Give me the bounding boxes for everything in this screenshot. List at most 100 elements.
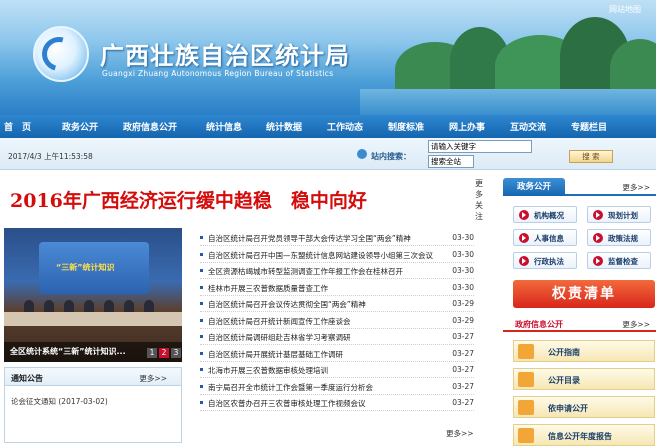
slide-page-3[interactable]: 3 xyxy=(171,348,181,358)
slide-page-1[interactable]: 1 xyxy=(147,348,157,358)
nav-stat-data[interactable]: 统计数据 xyxy=(266,120,302,133)
slide-caption[interactable]: 全区统计系统“三新”统计知识... xyxy=(10,346,126,357)
news-title[interactable]: 自治区农普办召开三农普审核处理工作视频会议 xyxy=(208,398,446,409)
news-item[interactable]: 自治区农普办召开三农普审核处理工作视频会议 03-27 xyxy=(200,395,474,411)
request-disclosure-button[interactable]: 依申请公开 xyxy=(513,396,655,418)
nav-stat-info[interactable]: 统计信息 xyxy=(206,120,242,133)
bullet-icon xyxy=(200,384,203,388)
more-focus-link[interactable]: 更多关注 xyxy=(474,178,484,222)
news-title[interactable]: 桂林市开展三农普数据质量普查工作 xyxy=(208,283,446,294)
gov-affairs-header: 政务公开 更多>> xyxy=(503,176,656,196)
news-item[interactable]: 全区资源枯竭城市转型监测调查工作年报工作会在桂林召开 03-30 xyxy=(200,263,474,279)
power-list-banner[interactable]: 权责清单 xyxy=(513,280,655,308)
arrow-icon xyxy=(593,210,603,220)
news-title[interactable]: 自治区统计局调研组赴吉林省学习考察调研 xyxy=(208,332,446,343)
nav-gov-affairs[interactable]: 政务公开 xyxy=(62,120,98,133)
guide-icon xyxy=(518,344,534,359)
notice-item[interactable]: 论会征文通知 (2017-03-02) xyxy=(11,396,108,407)
bullet-icon xyxy=(200,368,203,371)
site-header: 广西壮族自治区统计局 Guangxi Zhuang Autonomous Reg… xyxy=(0,0,656,115)
gov-info-public-more-link[interactable]: 更多>> xyxy=(622,319,650,330)
news-item[interactable]: 自治区统计局召开会议传达贯彻全国“两会”精神 03-29 xyxy=(200,296,474,312)
gov-affairs-more-link[interactable]: 更多>> xyxy=(622,182,650,193)
slide-stage-text: “三新”统计知识 xyxy=(56,263,115,272)
gov-affairs-tab[interactable]: 政务公开 xyxy=(503,178,565,196)
news-date: 03-27 xyxy=(452,398,474,407)
nav-work-news[interactable]: 工作动态 xyxy=(327,120,363,133)
nav-topics[interactable]: 专题栏目 xyxy=(571,120,607,133)
bullet-icon xyxy=(200,318,203,322)
search-scope-select[interactable]: 搜索全站 xyxy=(428,155,474,168)
news-item[interactable]: 自治区统计局调研组赴吉林省学习考察调研 03-27 xyxy=(200,329,474,345)
news-title[interactable]: 北海市开展三农普数据审核处理培训 xyxy=(208,365,446,376)
news-title[interactable]: 全区资源枯竭城市转型监测调查工作年报工作会在桂林召开 xyxy=(208,266,446,277)
news-title[interactable]: 自治区统计局召开党员领导干部大会传达学习全国“两会”精神 xyxy=(208,233,446,244)
personnel-info-button[interactable]: 人事信息 xyxy=(513,229,577,246)
news-date: 03-27 xyxy=(452,381,474,391)
nav-gov-info[interactable]: 政府信息公开 xyxy=(123,120,177,133)
news-date: 03-27 xyxy=(452,332,474,341)
nav-interaction[interactable]: 互动交流 xyxy=(510,120,546,133)
nav-home[interactable]: 首 页 xyxy=(4,120,31,133)
news-date: 03-30 xyxy=(452,249,474,259)
search-input[interactable]: 请输入关键字 xyxy=(428,140,532,153)
nav-online-service[interactable]: 网上办事 xyxy=(449,120,485,133)
planning-button[interactable]: 现划计划 xyxy=(587,206,651,223)
news-item[interactable]: 自治区统计局召开统计新闻宣传工作座谈会 03-29 xyxy=(200,313,474,329)
bullet-icon xyxy=(200,302,203,305)
news-date: 03-29 xyxy=(452,299,474,308)
request-icon xyxy=(518,400,534,415)
slide-table xyxy=(4,312,182,326)
news-title[interactable]: 自治区统计局召开统计新闻宣传工作座谈会 xyxy=(208,316,446,327)
bullet-icon xyxy=(200,252,203,256)
site-subtitle: Guangxi Zhuang Autonomous Region Bureau … xyxy=(102,69,334,78)
notice-title: 通知公告 xyxy=(11,374,43,383)
org-overview-button[interactable]: 机构概况 xyxy=(513,206,577,223)
news-date: 03-30 xyxy=(452,233,474,242)
news-item[interactable]: 自治区统计局召开中国—东盟统计信息网站建设领导小组第三次会议 03-30 xyxy=(200,247,474,263)
news-title[interactable]: 自治区统计局开展统计基层基础工作调研 xyxy=(208,349,446,360)
site-title: 广西壮族自治区统计局 xyxy=(100,41,350,70)
news-item[interactable]: 桂林市开展三农普数据质量普查工作 03-30 xyxy=(200,280,474,296)
notice-header: 通知公告 更多>> xyxy=(5,368,181,386)
arrow-icon xyxy=(593,233,603,243)
news-slideshow[interactable]: “三新”统计知识 全区统计系统“三新”统计知识... 1 2 3 xyxy=(4,228,182,362)
news-date: 03-30 xyxy=(452,266,474,275)
policy-regulations-button[interactable]: 政策法规 xyxy=(587,229,651,246)
news-item[interactable]: 自治区统计局召开党员领导干部大会传达学习全国“两会”精神 03-30 xyxy=(200,230,474,246)
search-button[interactable]: 搜 索 xyxy=(569,150,613,163)
news-item[interactable]: 自治区统计局开展统计基层基础工作调研 03-27 xyxy=(200,346,474,362)
bullet-icon xyxy=(200,269,203,272)
annual-report-button[interactable]: 信息公开年度报告 xyxy=(513,424,655,446)
public-catalog-button[interactable]: 公开目录 xyxy=(513,368,655,390)
supervision-button[interactable]: 监督检查 xyxy=(587,252,651,269)
news-item[interactable]: 北海市开展三农普数据审核处理培训 03-27 xyxy=(200,362,474,378)
info-bar: 2017/4/3 上午11:53:58 站内搜索： xyxy=(0,138,656,170)
notice-more-link[interactable]: 更多>> xyxy=(139,373,167,384)
news-title[interactable]: 南宁局召开全市统计工作会暨第一季度运行分析会 xyxy=(208,382,446,393)
report-icon xyxy=(518,428,534,443)
nav-standards[interactable]: 制度标准 xyxy=(388,120,424,133)
current-datetime: 2017/4/3 上午11:53:58 xyxy=(8,152,93,161)
bullet-icon xyxy=(200,285,203,289)
arrow-icon xyxy=(519,233,529,243)
sitemap-link[interactable]: 网站地图 xyxy=(609,4,641,15)
arrow-icon xyxy=(519,210,529,220)
search-label: 站内搜索： xyxy=(371,152,411,161)
bullet-icon xyxy=(200,236,203,239)
right-sidebar: 政务公开 更多>> 机构概况 现划计划 人事信息 政策法规 行政执法 监督检查 … xyxy=(503,176,656,447)
news-more-link[interactable]: 更多>> xyxy=(446,428,474,439)
public-guide-button[interactable]: 公开指南 xyxy=(513,340,655,362)
news-title[interactable]: 自治区统计局召开会议传达贯彻全国“两会”精神 xyxy=(208,299,446,310)
law-enforcement-button[interactable]: 行政执法 xyxy=(513,252,577,269)
headline-banner[interactable]: 2016年广西经济运行缓中趋稳 稳中向好 xyxy=(10,178,470,220)
bullet-icon xyxy=(200,401,203,404)
news-date: 03-27 xyxy=(452,365,474,374)
news-item[interactable]: 南宁局召开全市统计工作会暨第一季度运行分析会 03-27 xyxy=(200,379,474,395)
bullet-icon xyxy=(200,335,203,338)
news-title[interactable]: 自治区统计局召开中国—东盟统计信息网站建设领导小组第三次会议 xyxy=(208,250,446,261)
scenery-water xyxy=(360,89,656,115)
slide-page-2[interactable]: 2 xyxy=(159,348,169,358)
bullet-icon xyxy=(200,351,203,355)
notice-box: 通知公告 更多>> 论会征文通知 (2017-03-02) xyxy=(4,367,182,443)
